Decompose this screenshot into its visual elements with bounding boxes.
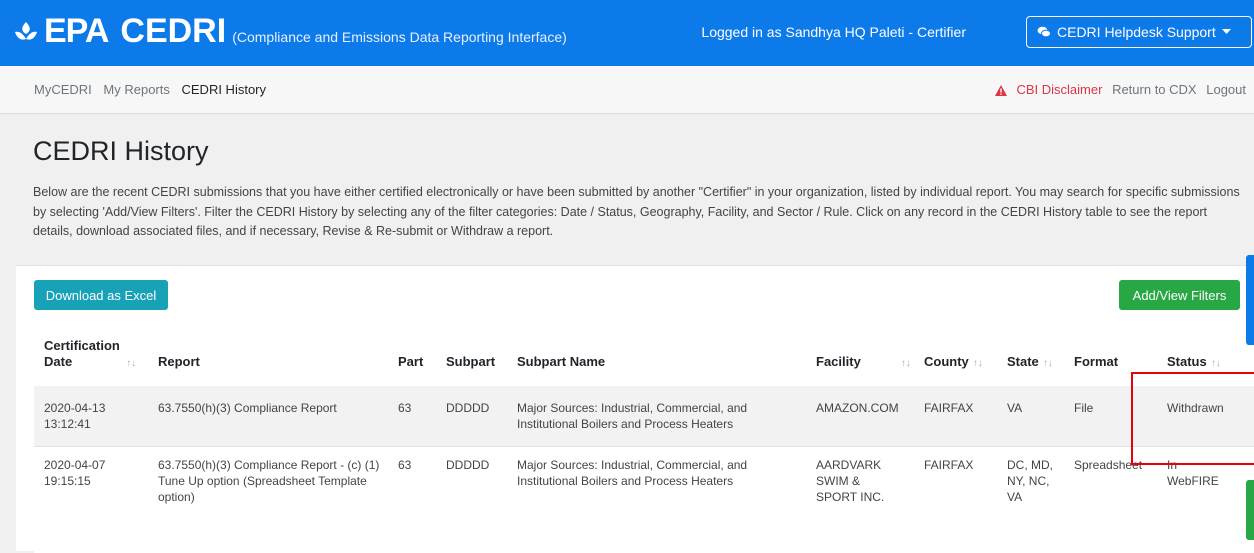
caret-down-icon (1221, 29, 1231, 34)
col-header-facility-label: Facility (816, 354, 861, 369)
history-card: Download as Excel Add/View Filters Certi… (16, 265, 1254, 553)
top-navbar: EPA CEDRI (Compliance and Emissions Data… (0, 0, 1254, 66)
secondary-nav: MyCEDRI My Reports CEDRI History CBI Dis… (0, 66, 1254, 114)
warning-icon (995, 85, 1008, 96)
brand[interactable]: EPA CEDRI (Compliance and Emissions Data… (12, 12, 567, 51)
sort-icon: ↑↓ (900, 358, 911, 369)
col-header-cert-date-line1: Certification (44, 338, 120, 353)
status-highlight-box (1131, 372, 1254, 465)
col-header-status-label: Status (1167, 354, 1207, 369)
table-header: Certification Date ↑↓ Report Part Subpart … (34, 336, 1254, 388)
table-row[interactable]: 2020-04-13 13:12:41 63.7550(h)(3) Complia… (34, 386, 1254, 447)
page-title: CEDRI History (33, 136, 209, 166)
cell-part: 63 (398, 401, 412, 415)
cell-subpart: DDDDD (446, 401, 490, 415)
cell-state: DC, MD, NY, NC, VA (1007, 458, 1053, 504)
helpdesk-label: CEDRI Helpdesk Support (1057, 24, 1216, 40)
cell-cert-date: 2020-04-07 19:15:15 (44, 457, 105, 489)
cbi-disclaimer-link[interactable]: CBI Disclaimer (995, 82, 1102, 97)
col-header-part[interactable]: Part (398, 354, 423, 370)
col-header-state[interactable]: State ↑↓ (1007, 354, 1053, 372)
return-to-cdx-link[interactable]: Return to CDX (1112, 82, 1197, 97)
col-header-cert-date[interactable]: Certification Date ↑↓ (44, 338, 136, 372)
cell-state: VA (1007, 401, 1023, 415)
cell-report: 63.7550(h)(3) Compliance Report - (c) (1… (158, 458, 380, 504)
col-header-facility[interactable]: Facility ↑↓ (816, 354, 911, 372)
col-header-subpart[interactable]: Subpart (446, 354, 495, 370)
cert-date: 2020-04-13 (44, 401, 106, 415)
col-header-format[interactable]: Format (1074, 354, 1118, 370)
epa-logo-text: EPA (44, 12, 109, 50)
cert-time: 19:15:15 (44, 474, 91, 488)
cell-part: 63 (398, 458, 412, 472)
col-header-report[interactable]: Report (158, 354, 200, 370)
cell-facility: AMAZON.COM (816, 401, 899, 415)
col-header-county-label: County (924, 354, 969, 369)
sort-icon: ↑↓ (1042, 358, 1053, 369)
cell-subpart-name: Major Sources: Industrial, Commercial, a… (517, 401, 748, 431)
cell-format: File (1074, 401, 1094, 415)
col-header-cert-date-line2: Date (44, 354, 73, 369)
download-excel-button[interactable]: Download as Excel (34, 280, 168, 310)
col-header-state-label: State (1007, 354, 1039, 369)
app-tagline: (Compliance and Emissions Data Reporting… (232, 29, 567, 45)
nav-cedri-history[interactable]: CEDRI History (182, 82, 267, 97)
cell-subpart: DDDDD (446, 458, 490, 472)
helpdesk-support-button[interactable]: CEDRI Helpdesk Support (1026, 16, 1252, 48)
add-view-filters-button[interactable]: Add/View Filters (1119, 280, 1240, 310)
chat-bubble-icon (1037, 26, 1051, 38)
edge-tab-blue[interactable] (1246, 255, 1254, 345)
page-intro: Below are the recent CEDRI submissions t… (33, 185, 1240, 238)
cell-county: FAIRFAX (924, 458, 974, 472)
logout-link[interactable]: Logout (1206, 82, 1246, 97)
app-name: CEDRI (120, 12, 227, 50)
cell-cert-date: 2020-04-13 13:12:41 (44, 400, 105, 432)
cell-county: FAIRFAX (924, 401, 974, 415)
nav-mycedri[interactable]: MyCEDRI (34, 82, 92, 97)
sort-icon: ↑↓ (1210, 358, 1221, 369)
cbi-disclaimer-label: CBI Disclaimer (1016, 82, 1103, 97)
cell-facility: AARDVARK SWIM & SPORT INC. (816, 458, 885, 504)
logged-in-user: Logged in as Sandhya HQ Paleti - Certifi… (701, 24, 966, 40)
epa-flower-icon (15, 22, 37, 40)
table-row[interactable]: 2020-04-07 19:15:15 63.7550(h)(3) Complia… (34, 447, 1254, 553)
col-header-county[interactable]: County ↑↓ (924, 354, 983, 372)
cert-date: 2020-04-07 (44, 458, 106, 472)
cell-report: 63.7550(h)(3) Compliance Report (158, 401, 337, 415)
nav-my-reports[interactable]: My Reports (103, 82, 169, 97)
sort-icon: ↑↓ (972, 358, 983, 369)
edge-tab-green[interactable] (1246, 480, 1254, 540)
col-header-subpart-name[interactable]: Subpart Name (517, 354, 605, 370)
col-header-status[interactable]: Status ↑↓ (1167, 354, 1221, 372)
sort-icon: ↑↓ (126, 358, 137, 369)
cert-time: 13:12:41 (44, 417, 91, 431)
cell-subpart-name: Major Sources: Industrial, Commercial, a… (517, 458, 748, 488)
